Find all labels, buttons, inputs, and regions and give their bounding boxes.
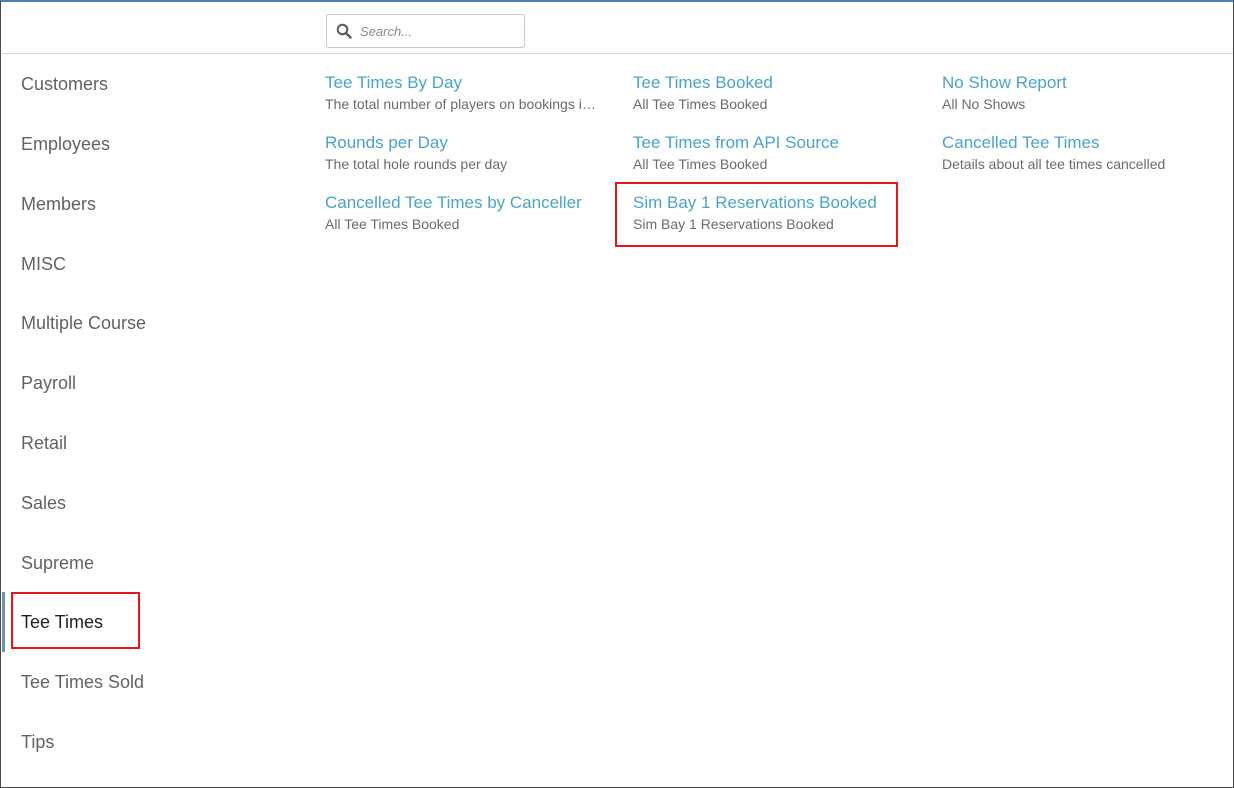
report-title[interactable]: Sim Bay 1 Reservations Booked	[633, 193, 923, 213]
search-box[interactable]	[326, 14, 525, 48]
report-title[interactable]: No Show Report	[942, 73, 1232, 93]
top-bar	[2, 3, 1233, 54]
app-window: Customers Employees Members MISC Multipl…	[0, 0, 1234, 788]
sidebar-item-label: Customers	[21, 73, 109, 94]
report-description: Details about all tee times cancelled	[942, 156, 1166, 172]
report-link-sim-bay-1-reservations-booked[interactable]: Sim Bay 1 Reservations Booked Sim Bay 1 …	[633, 193, 923, 233]
search-icon	[336, 23, 352, 39]
sidebar-item-label: MISC	[21, 253, 66, 274]
report-description: All Tee Times Booked	[325, 216, 460, 232]
sidebar-item-tee-times[interactable]: Tee Times	[2, 592, 292, 652]
report-description: The total hole rounds per day	[325, 156, 508, 172]
sidebar-item-sales[interactable]: Sales	[2, 473, 292, 533]
report-description: All Tee Times Booked	[633, 96, 768, 112]
sidebar-item-employees[interactable]: Employees	[2, 114, 292, 174]
report-title[interactable]: Cancelled Tee Times	[942, 133, 1232, 153]
sidebar-item-label: Sales	[21, 492, 67, 513]
report-description: Sim Bay 1 Reservations Booked	[633, 216, 834, 232]
sidebar-item-label: Multiple Course	[21, 312, 147, 333]
sidebar-item-tips[interactable]: Tips	[2, 712, 292, 772]
report-description: All Tee Times Booked	[633, 156, 768, 172]
report-title[interactable]: Rounds per Day	[325, 133, 615, 153]
sidebar-item-label: Members	[21, 193, 97, 214]
sidebar-item-misc[interactable]: MISC	[2, 234, 292, 294]
sidebar-item-label: Employees	[21, 133, 111, 154]
report-title[interactable]: Tee Times from API Source	[633, 133, 923, 153]
sidebar-item-multiple-course[interactable]: Multiple Course	[2, 293, 292, 353]
report-link-rounds-per-day[interactable]: Rounds per Day The total hole rounds per…	[325, 133, 615, 173]
report-description: The total number of players on bookings …	[325, 96, 602, 112]
report-title[interactable]: Tee Times Booked	[633, 73, 923, 93]
sidebar-item-label: Tee Times	[21, 611, 104, 632]
report-link-tee-times-from-api-source[interactable]: Tee Times from API Source All Tee Times …	[633, 133, 923, 173]
sidebar-item-tee-times-sold[interactable]: Tee Times Sold	[2, 652, 292, 712]
sidebar-item-customers[interactable]: Customers	[2, 54, 292, 114]
report-description: All No Shows	[942, 96, 1026, 112]
sidebar-item-label: Tips	[21, 731, 55, 752]
report-category-sidebar: Customers Employees Members MISC Multipl…	[2, 54, 302, 788]
search-input[interactable]	[360, 23, 520, 39]
report-link-tee-times-booked[interactable]: Tee Times Booked All Tee Times Booked	[633, 73, 923, 113]
report-link-cancelled-tee-times[interactable]: Cancelled Tee Times Details about all te…	[942, 133, 1232, 173]
sidebar-item-retail[interactable]: Retail	[2, 413, 292, 473]
sidebar-item-payroll[interactable]: Payroll	[2, 353, 292, 413]
report-title[interactable]: Cancelled Tee Times by Canceller	[325, 193, 615, 213]
sidebar-item-label: Tee Times Sold	[21, 671, 145, 692]
sidebar-item-label: Retail	[21, 432, 68, 453]
sidebar-item-label: Payroll	[21, 372, 77, 393]
report-link-tee-times-by-day[interactable]: Tee Times By Day The total number of pla…	[325, 73, 615, 113]
report-title[interactable]: Tee Times By Day	[325, 73, 615, 93]
sidebar-item-supreme[interactable]: Supreme	[2, 533, 292, 593]
report-link-cancelled-tee-times-by-canceller[interactable]: Cancelled Tee Times by Canceller All Tee…	[325, 193, 615, 233]
sidebar-item-members[interactable]: Members	[2, 174, 292, 234]
sidebar-item-label: Supreme	[21, 552, 95, 573]
report-link-no-show-report[interactable]: No Show Report All No Shows	[942, 73, 1232, 113]
